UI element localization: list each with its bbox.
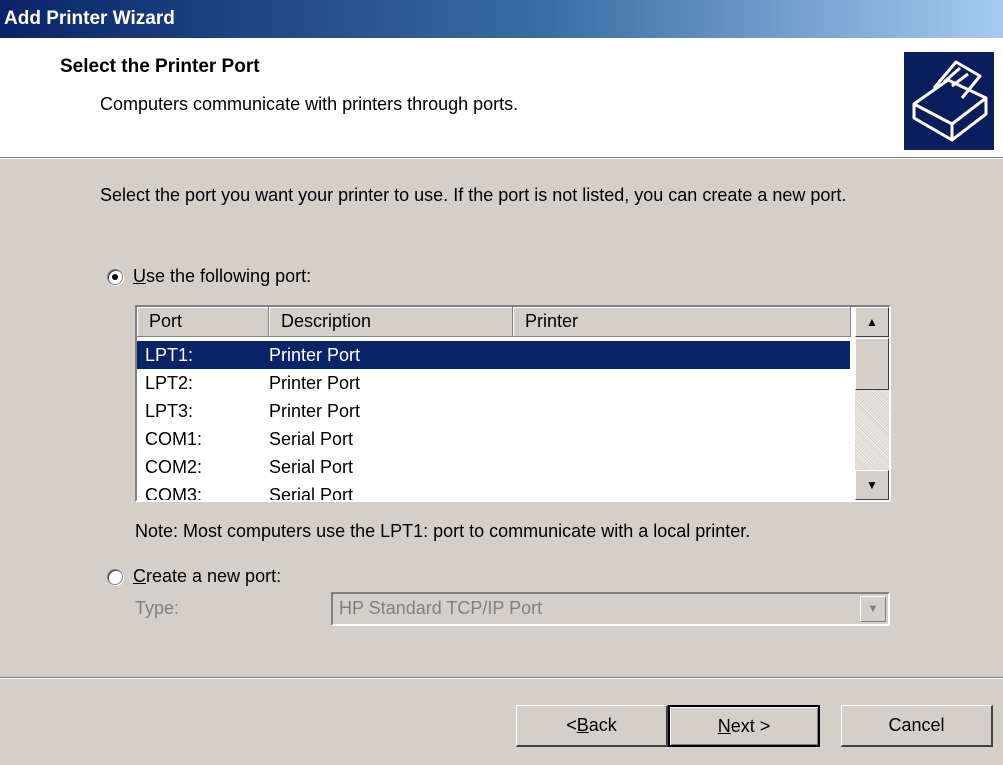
port-cell: COM1: [145,429,203,449]
description-cell: Serial Port [269,457,354,477]
port-row-lpt1[interactable]: LPT1: Printer Port [137,341,850,369]
window-title-bar[interactable]: Add Printer Wizard [0,0,1003,38]
port-row-com1[interactable]: COM1: Serial Port [137,425,855,453]
port-cell: COM2: [145,457,203,477]
port-type-value: HP Standard TCP/IP Port [339,598,543,618]
port-cell: LPT2: [145,373,194,393]
port-list-scrollbar[interactable]: ▲ ▼ [855,307,889,500]
instructions-text: Select the port you want your printer to… [100,185,847,205]
use-following-port-label[interactable]: Use the following port: [133,266,311,287]
radio-unchecked-icon[interactable] [107,568,123,585]
cancel-button[interactable]: Cancel [841,705,993,747]
port-list[interactable]: Port Description Printer LPT1: Printer P… [135,305,891,502]
use-following-port-option[interactable]: Use the following port: [107,266,311,287]
column-printer[interactable]: Printer [513,307,851,337]
create-new-port-option[interactable]: Create a new port: [107,566,281,587]
port-row-com2[interactable]: COM2: Serial Port [137,453,855,481]
window-title: Add Printer Wizard [4,8,175,29]
port-type-dropdown[interactable]: HP Standard TCP/IP Port ▼ [331,592,890,626]
footer-divider-highlight [0,678,1003,679]
scroll-down-arrow-icon[interactable]: ▼ [855,470,889,500]
description-cell: Printer Port [269,373,361,393]
create-new-port-label[interactable]: Create a new port: [133,566,281,587]
printer-icon [904,52,994,150]
description-cell: Printer Port [269,401,361,421]
scroll-up-arrow-icon[interactable]: ▲ [855,307,889,337]
port-type-label: Type: [135,598,180,618]
dropdown-arrow-icon[interactable]: ▼ [860,596,886,622]
port-list-header: Port Description Printer [137,307,855,337]
port-list-rows: LPT1: Printer Port LPT2: Printer Port LP… [137,341,855,502]
next-button[interactable]: Next > [668,705,820,747]
port-row-com3[interactable]: COM3: Serial Port [137,481,855,502]
scrollbar-thumb[interactable] [855,338,889,390]
page-title: Select the Printer Port [60,56,260,77]
wizard-header: Select the Printer Port Computers commun… [0,38,1003,158]
back-button[interactable]: < Back [516,705,668,747]
header-divider [0,158,1003,159]
column-description[interactable]: Description [269,307,513,337]
radio-checked-icon[interactable] [107,268,123,285]
port-cell: COM3: [145,485,203,502]
port-cell: LPT3: [145,401,194,421]
description-cell: Printer Port [269,345,361,365]
page-subtitle: Computers communicate with printers thro… [100,94,519,114]
description-cell: Serial Port [269,485,354,502]
port-row-lpt2[interactable]: LPT2: Printer Port [137,369,855,397]
lpt1-note: Note: Most computers use the LPT1: port … [135,521,751,541]
description-cell: Serial Port [269,429,354,449]
port-row-lpt3[interactable]: LPT3: Printer Port [137,397,855,425]
column-port[interactable]: Port [137,307,269,337]
port-cell: LPT1: [145,345,194,365]
